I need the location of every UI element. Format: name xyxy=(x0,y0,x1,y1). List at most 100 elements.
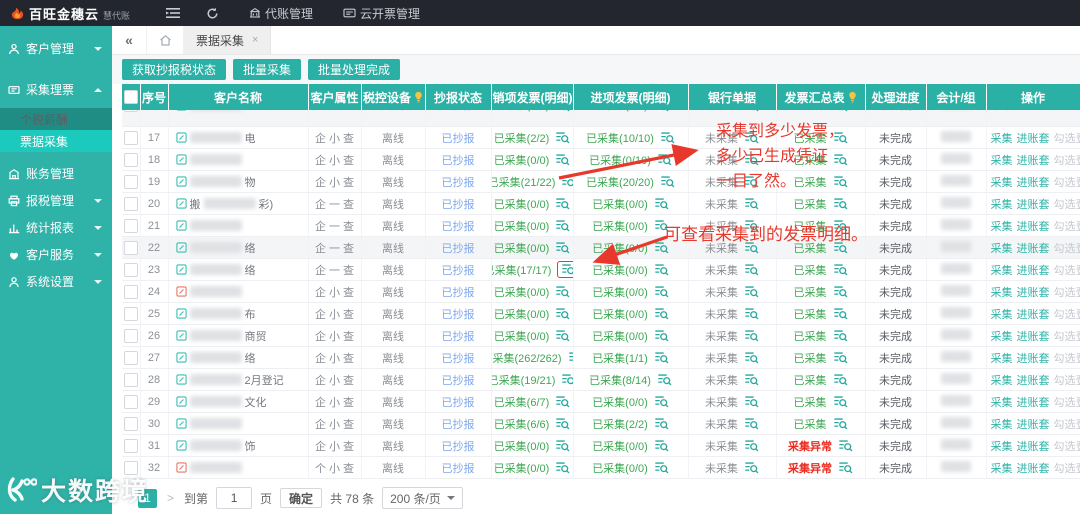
edit-customer-icon[interactable] xyxy=(175,176,187,187)
sidebar-item-reports[interactable]: 统计报表 xyxy=(0,214,112,241)
bank-detail-icon[interactable] xyxy=(744,307,759,320)
op-account-set-link[interactable]: 进账套 xyxy=(1017,243,1050,255)
purchase-detail-icon[interactable] xyxy=(660,131,675,144)
edit-customer-icon[interactable] xyxy=(175,418,187,429)
tab-invoice-collection[interactable]: 票据采集 × xyxy=(184,26,272,54)
op-check-login-link[interactable]: 勾选登录 xyxy=(1054,177,1080,189)
sales-detail-icon[interactable] xyxy=(555,110,570,112)
sidebar-item-settings[interactable]: 系统设置 xyxy=(0,268,112,295)
row-checkbox[interactable] xyxy=(124,110,138,112)
op-check-login-link[interactable]: 勾选登录 xyxy=(1054,243,1080,255)
next-page-icon[interactable]: > xyxy=(165,491,176,505)
row-checkbox[interactable] xyxy=(124,372,138,387)
edit-customer-icon[interactable] xyxy=(175,242,187,253)
op-collect-link[interactable]: 采集 xyxy=(991,243,1013,255)
bank-detail-icon[interactable] xyxy=(744,197,759,210)
bank-detail-icon[interactable] xyxy=(744,131,759,144)
summary-detail-icon[interactable] xyxy=(833,307,848,320)
row-checkbox[interactable] xyxy=(124,196,138,211)
edit-customer-icon[interactable] xyxy=(175,220,187,231)
op-account-set-link[interactable]: 进账套 xyxy=(1017,110,1050,112)
op-collect-link[interactable]: 采集 xyxy=(991,265,1013,277)
op-check-login-link[interactable]: 勾选登录 xyxy=(1054,155,1080,167)
sales-detail-icon[interactable] xyxy=(555,395,570,408)
op-collect-link[interactable]: 采集 xyxy=(991,331,1013,343)
jump-page-input[interactable] xyxy=(216,487,253,509)
op-check-login-link[interactable]: 勾选登录 xyxy=(1054,221,1080,233)
purchase-detail-icon[interactable] xyxy=(654,461,669,474)
sales-detail-icon[interactable] xyxy=(555,131,570,144)
row-checkbox[interactable] xyxy=(124,306,138,321)
nav-item-cloud-invoicing[interactable]: 云开票管理 xyxy=(343,5,420,22)
batch-collect-button[interactable]: 批量采集 xyxy=(233,59,302,80)
op-account-set-link[interactable]: 进账套 xyxy=(1017,441,1050,453)
op-collect-link[interactable]: 采集 xyxy=(991,353,1013,365)
summary-detail-icon[interactable] xyxy=(833,417,848,430)
bank-detail-icon[interactable] xyxy=(744,439,759,452)
edit-customer-icon[interactable] xyxy=(175,308,187,319)
summary-detail-icon[interactable] xyxy=(833,263,848,276)
sales-detail-icon[interactable] xyxy=(555,285,570,298)
op-collect-link[interactable]: 采集 xyxy=(991,287,1013,299)
purchase-detail-icon[interactable] xyxy=(654,351,669,364)
sidebar-item-tax-filing[interactable]: 报税管理 xyxy=(0,187,112,214)
sales-detail-icon[interactable] xyxy=(557,261,572,278)
edit-customer-icon[interactable] xyxy=(175,286,187,297)
row-checkbox[interactable] xyxy=(124,350,138,365)
row-checkbox[interactable] xyxy=(124,152,138,167)
row-checkbox[interactable] xyxy=(124,394,138,409)
purchase-detail-icon[interactable] xyxy=(657,373,672,386)
op-check-login-link[interactable]: 勾选登录 xyxy=(1054,419,1080,431)
op-collect-link[interactable]: 采集 xyxy=(991,397,1013,409)
close-tab-icon[interactable]: × xyxy=(252,34,258,46)
op-collect-link[interactable]: 采集 xyxy=(991,155,1013,167)
op-collect-link[interactable]: 采集 xyxy=(991,419,1013,431)
op-collect-link[interactable]: 采集 xyxy=(991,309,1013,321)
purchase-detail-icon[interactable] xyxy=(654,219,669,232)
edit-customer-icon[interactable] xyxy=(175,440,187,451)
bank-detail-icon[interactable] xyxy=(744,241,759,254)
sidebar-subitem-personal-tax[interactable]: 个税薪酬 xyxy=(0,108,112,130)
sales-detail-icon[interactable] xyxy=(555,219,570,232)
purchase-detail-icon[interactable] xyxy=(654,395,669,408)
purchase-detail-icon[interactable] xyxy=(654,263,669,276)
bank-detail-icon[interactable] xyxy=(744,329,759,342)
op-account-set-link[interactable]: 进账套 xyxy=(1017,177,1050,189)
row-checkbox[interactable] xyxy=(124,130,138,145)
edit-customer-icon[interactable] xyxy=(175,264,187,275)
bank-detail-icon[interactable] xyxy=(744,110,759,112)
op-account-set-link[interactable]: 进账套 xyxy=(1017,265,1050,277)
purchase-detail-icon[interactable] xyxy=(660,175,675,188)
row-checkbox[interactable] xyxy=(124,460,138,475)
confirm-jump-button[interactable]: 确定 xyxy=(280,488,323,508)
sidebar-item-ticket-collection[interactable]: 采集理票 xyxy=(0,76,112,103)
sidebar-subitem-invoice-collection[interactable]: 票据采集 xyxy=(0,130,112,152)
sales-detail-icon[interactable] xyxy=(568,351,572,364)
sales-detail-icon[interactable] xyxy=(555,461,570,474)
bank-detail-icon[interactable] xyxy=(744,175,759,188)
bank-detail-icon[interactable] xyxy=(744,417,759,430)
op-account-set-link[interactable]: 进账套 xyxy=(1017,463,1050,475)
op-account-set-link[interactable]: 进账套 xyxy=(1017,375,1050,387)
bank-detail-icon[interactable] xyxy=(744,263,759,276)
page-size-select[interactable]: 200 条/页 xyxy=(382,487,463,509)
edit-customer-icon[interactable] xyxy=(175,374,187,385)
summary-detail-icon[interactable] xyxy=(833,329,848,342)
purchase-detail-icon[interactable] xyxy=(654,241,669,254)
op-account-set-link[interactable]: 进账套 xyxy=(1017,397,1050,409)
select-all-checkbox[interactable] xyxy=(123,90,138,105)
summary-detail-icon[interactable] xyxy=(833,351,848,364)
tabs-scroll-left-icon[interactable]: « xyxy=(112,26,147,54)
op-collect-link[interactable]: 采集 xyxy=(991,133,1013,145)
sales-detail-icon[interactable] xyxy=(555,241,570,254)
edit-customer-icon[interactable] xyxy=(175,352,187,363)
purchase-detail-icon[interactable] xyxy=(654,285,669,298)
op-check-login-link[interactable]: 勾选登录 xyxy=(1054,331,1080,343)
row-checkbox[interactable] xyxy=(124,438,138,453)
op-check-login-link[interactable]: 勾选登录 xyxy=(1054,110,1080,112)
edit-customer-icon[interactable] xyxy=(175,154,187,165)
op-check-login-link[interactable]: 勾选登录 xyxy=(1054,463,1080,475)
bank-detail-icon[interactable] xyxy=(744,153,759,166)
op-check-login-link[interactable]: 勾选登录 xyxy=(1054,441,1080,453)
op-collect-link[interactable]: 采集 xyxy=(991,375,1013,387)
